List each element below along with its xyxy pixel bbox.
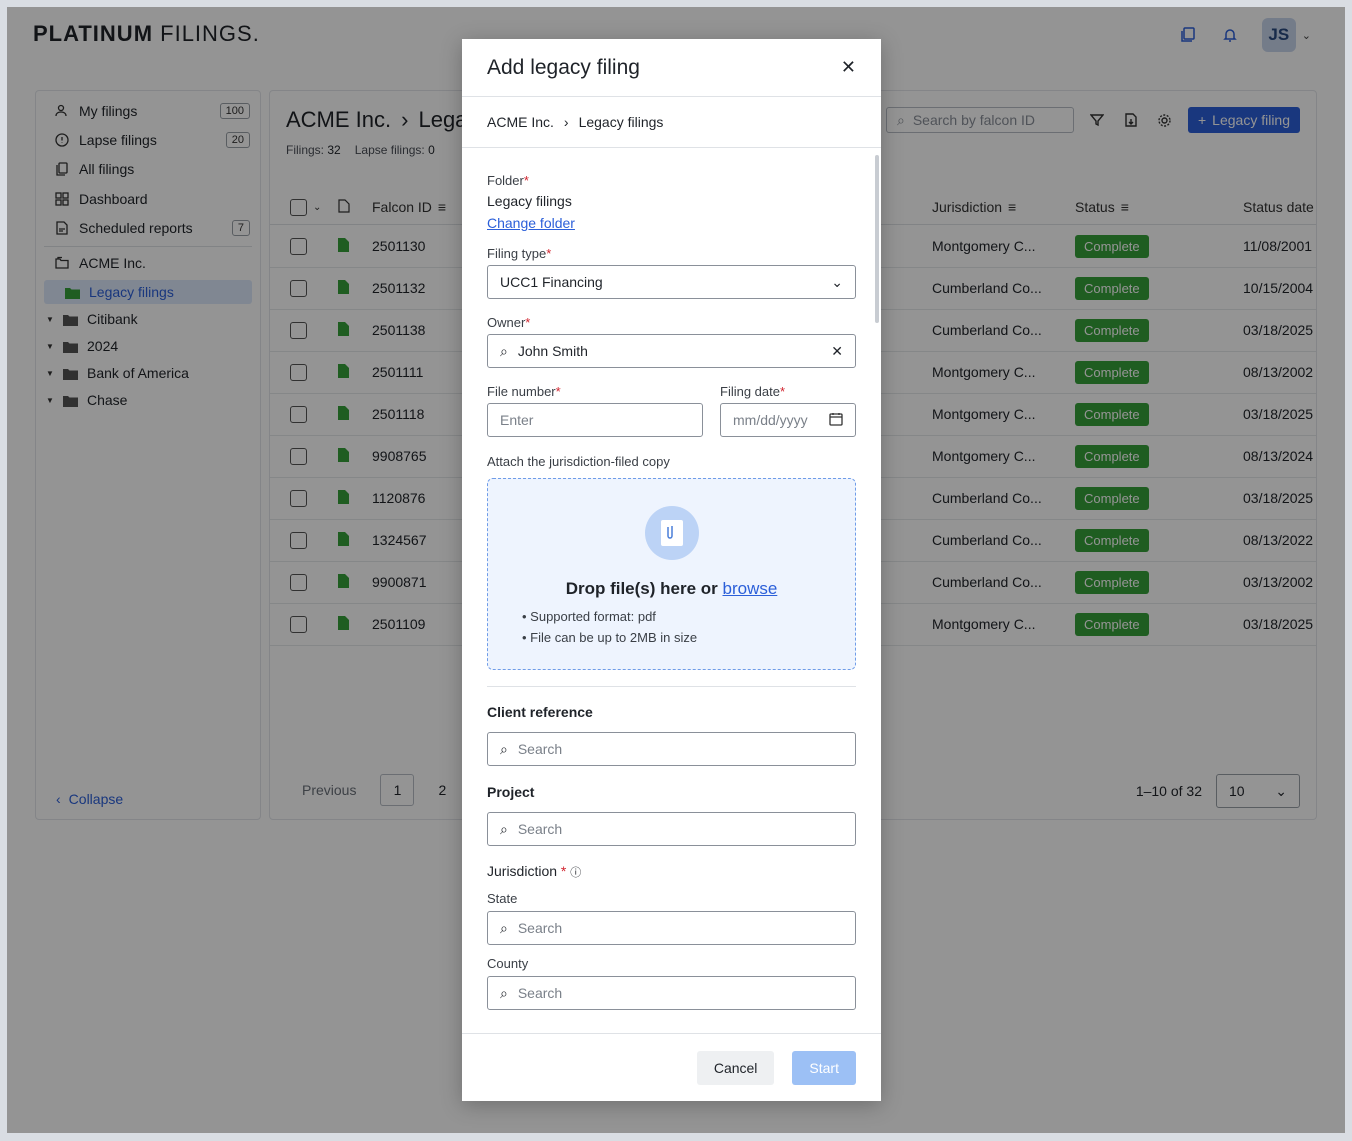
dialog-body: Folder* Legacy filings Change folder Fil…	[462, 149, 881, 1033]
info-icon[interactable]: ⓘ	[570, 867, 581, 879]
cancel-button[interactable]: Cancel	[696, 1050, 775, 1085]
filing-date-label: Filing date*	[720, 384, 786, 399]
browse-link[interactable]: browse	[723, 579, 778, 598]
attachment-icon	[645, 506, 699, 560]
project-label: Project	[487, 784, 535, 800]
scrollbar[interactable]	[875, 155, 879, 323]
clear-icon[interactable]: ✕	[831, 343, 843, 360]
filing-date-input[interactable]: mm/dd/yyyy	[720, 403, 856, 437]
owner-field[interactable]: ⌕ John Smith ✕	[487, 334, 856, 368]
divider	[487, 686, 856, 687]
client-reference-input[interactable]: ⌕ Search	[487, 732, 856, 766]
project-input[interactable]: ⌕ Search	[487, 812, 856, 846]
dialog-title: Add legacy filing	[487, 55, 640, 79]
filing-type-select[interactable]: UCC1 Financing ⌄	[487, 265, 856, 299]
dialog-breadcrumb: ACME Inc. › Legacy filings	[462, 97, 881, 148]
chevron-down-icon: ⌄	[831, 273, 843, 290]
county-label: County	[487, 956, 529, 971]
change-folder-link[interactable]: Change folder	[487, 215, 575, 231]
folder-value: Legacy filings	[487, 193, 572, 209]
file-dropzone[interactable]: Drop file(s) here or browse • Supported …	[487, 478, 856, 670]
search-icon: ⌕	[500, 984, 508, 1001]
drop-text: Drop file(s) here or browse	[565, 579, 778, 598]
drop-notes: • Supported format: pdf • File can be up …	[522, 609, 698, 645]
attach-label: Attach the jurisdiction-filed copy	[487, 454, 670, 469]
search-icon: ⌕	[500, 820, 508, 837]
chevron-right-icon: ›	[563, 114, 569, 130]
calendar-icon[interactable]	[829, 412, 843, 429]
filing-type-label: Filing type*	[487, 246, 552, 261]
dialog-footer: Cancel Start	[462, 1033, 881, 1101]
close-icon[interactable]: ✕	[841, 57, 856, 78]
search-icon: ⌕	[500, 342, 508, 359]
state-input[interactable]: ⌕ Search	[487, 911, 856, 945]
search-icon: ⌕	[500, 740, 508, 757]
folder-label: Folder*	[487, 173, 529, 188]
dialog-header: Add legacy filing ✕	[462, 39, 881, 97]
app-window: PLATINUM FILINGS. JS ⌄ My filings 100 Lap…	[7, 7, 1345, 1133]
file-number-label: File number*	[487, 384, 561, 399]
county-input[interactable]: ⌕ Search	[487, 976, 856, 1010]
add-legacy-filing-dialog: Add legacy filing ✕ ACME Inc. › Legacy fili…	[462, 39, 881, 1101]
jurisdiction-label: Jurisdiction * ⓘ	[487, 863, 582, 879]
client-reference-label: Client reference	[487, 704, 593, 720]
owner-label: Owner*	[487, 315, 531, 330]
search-icon: ⌕	[500, 919, 508, 936]
file-number-input[interactable]: Enter	[487, 403, 703, 437]
state-label: State	[487, 891, 518, 906]
start-button[interactable]: Start	[792, 1050, 856, 1085]
